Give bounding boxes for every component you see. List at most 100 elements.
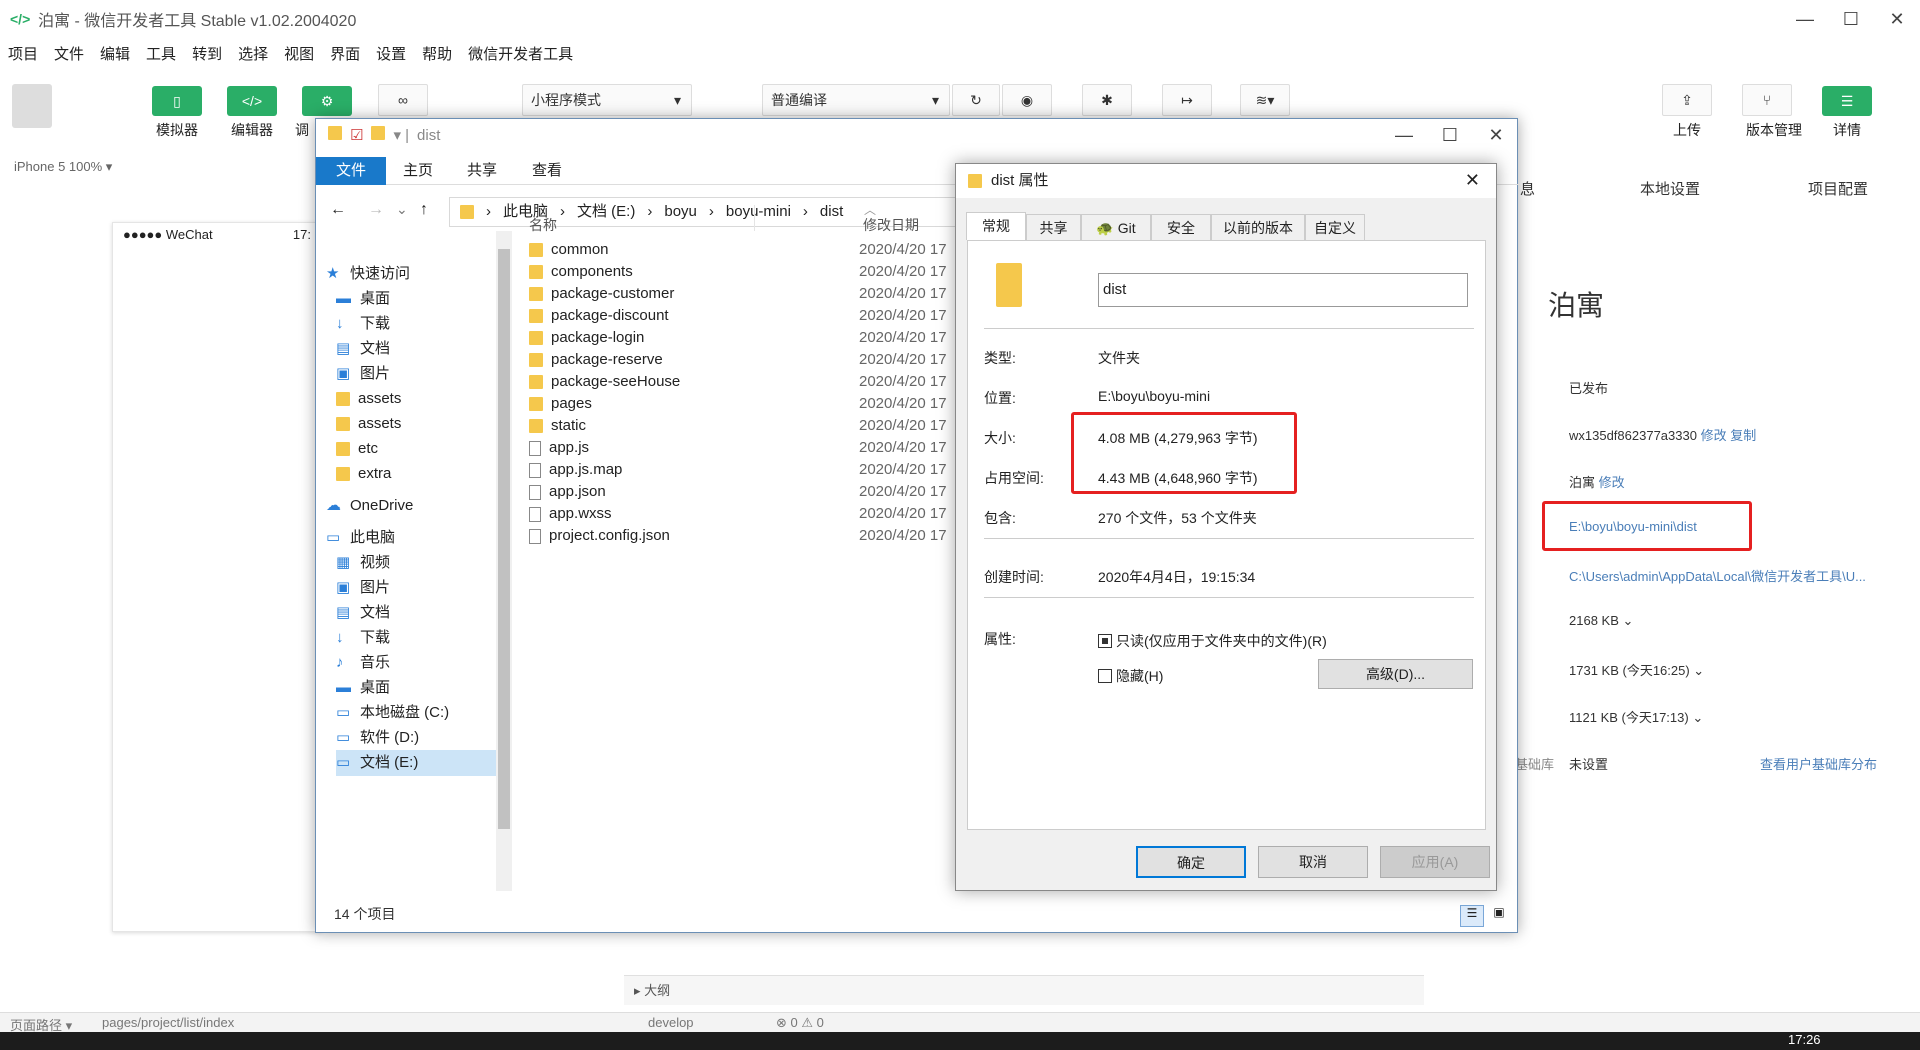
bug-icon[interactable]: ✱	[1082, 84, 1132, 116]
menu-item-6[interactable]: 视图	[284, 43, 314, 64]
nav-item[interactable]: ▭ 本地磁盘 (C:)	[336, 700, 496, 726]
forward-arrow-icon[interactable]: →	[368, 201, 384, 219]
details-button[interactable]: ☰	[1822, 86, 1872, 116]
nav-item[interactable]: ▣ 图片	[336, 361, 496, 387]
appid-copy-link[interactable]: 复制	[1730, 428, 1756, 443]
git-branch[interactable]: develop	[648, 1015, 694, 1030]
simulator-button[interactable]: ▯	[152, 86, 202, 116]
nav-item[interactable]: ▬ 桌面	[336, 286, 496, 312]
tab-project-config[interactable]: 项目配置	[1808, 178, 1868, 199]
minimize-button[interactable]: —	[1381, 125, 1427, 146]
file-row[interactable]: static 2020/4/20 17	[529, 415, 1029, 437]
details-view-icon[interactable]: ☰	[1460, 905, 1484, 927]
menu-item-8[interactable]: 设置	[376, 43, 406, 64]
tab-share[interactable]: 共享	[450, 157, 514, 185]
code-size-3[interactable]: 1121 KB (今天17:13) ⌄	[1569, 707, 1703, 726]
preview-eye-icon[interactable]: ◉	[1002, 84, 1052, 116]
tab-local-settings[interactable]: 本地设置	[1640, 178, 1700, 199]
nav-item[interactable]: extra	[336, 461, 496, 487]
hidden-checkbox[interactable]: 隐藏(H)	[1098, 666, 1163, 686]
nav-item[interactable]: ▦ 视频	[336, 550, 496, 576]
properties-quick-icon[interactable]: ☑	[350, 126, 363, 144]
file-row[interactable]: package-reserve 2020/4/20 17	[529, 349, 1029, 371]
file-row[interactable]: app.json 2020/4/20 17	[529, 481, 1029, 503]
nav-item[interactable]: ▭ 文档 (E:)	[336, 750, 496, 776]
avatar[interactable]	[12, 84, 52, 128]
nav-item[interactable]: ☁ OneDrive	[326, 493, 486, 519]
apply-button[interactable]: 应用(A)	[1380, 846, 1490, 878]
up-arrow-icon[interactable]: ↑	[420, 201, 428, 219]
maximize-button[interactable]: ☐	[1828, 9, 1874, 30]
mode-select[interactable]: 小程序模式 ▾	[522, 84, 692, 116]
tab-customize[interactable]: 自定义	[1305, 214, 1365, 240]
nav-item[interactable]: ▭ 此电脑	[326, 525, 486, 551]
refresh-icon[interactable]: ↻	[952, 84, 1000, 116]
file-row[interactable]: package-discount 2020/4/20 17	[529, 305, 1029, 327]
cache-dir-link[interactable]: C:\Users\admin\AppData\Local\微信开发者工具\U..…	[1569, 566, 1909, 585]
menu-item-1[interactable]: 文件	[54, 43, 84, 64]
nav-item[interactable]: ▤ 文档	[336, 336, 496, 362]
maximize-button[interactable]: ☐	[1427, 125, 1473, 146]
nav-item[interactable]: assets	[336, 411, 496, 437]
menu-item-4[interactable]: 转到	[192, 43, 222, 64]
tab-security[interactable]: 安全	[1151, 214, 1211, 240]
nav-scrollbar[interactable]	[496, 231, 512, 891]
outline-bar[interactable]: ▸ 大纲	[624, 975, 1424, 1005]
nav-item[interactable]: ▣ 图片	[336, 575, 496, 601]
crumb-drive-e[interactable]: 文档 (E:)	[577, 198, 635, 226]
tab-file[interactable]: 文件	[316, 157, 386, 185]
crumb-dist[interactable]: dist	[820, 198, 843, 226]
minimize-button[interactable]: —	[1782, 9, 1828, 30]
file-row[interactable]: app.js.map 2020/4/20 17	[529, 459, 1029, 481]
name-modify-link[interactable]: 修改	[1599, 475, 1625, 490]
file-row[interactable]: project.config.json 2020/4/20 17	[529, 525, 1029, 547]
folder-name-input[interactable]: dist	[1098, 273, 1468, 307]
appid-modify-link[interactable]: 修改	[1701, 428, 1727, 443]
nav-item[interactable]: ♪ 音乐	[336, 650, 496, 676]
nav-item[interactable]: ▤ 文档	[336, 600, 496, 626]
nav-item[interactable]: ▭ 软件 (D:)	[336, 725, 496, 751]
ok-button[interactable]: 确定	[1136, 846, 1246, 878]
menu-item-3[interactable]: 工具	[146, 43, 176, 64]
nav-item[interactable]: assets	[336, 386, 496, 412]
menu-item-9[interactable]: 帮助	[422, 43, 452, 64]
column-divider[interactable]	[754, 205, 755, 231]
tab-general[interactable]: 常规	[966, 212, 1026, 240]
editor-button[interactable]: </>	[227, 86, 277, 116]
file-row[interactable]: components 2020/4/20 17	[529, 261, 1029, 283]
tab-view[interactable]: 查看	[514, 157, 580, 185]
file-row[interactable]: package-seeHouse 2020/4/20 17	[529, 371, 1029, 393]
menu-item-10[interactable]: 微信开发者工具	[468, 43, 573, 64]
menu-item-5[interactable]: 选择	[238, 43, 268, 64]
crumb-boyu-mini[interactable]: boyu-mini	[726, 198, 791, 226]
error-count[interactable]: ⊗ 0 ⚠ 0	[776, 1015, 824, 1031]
nav-item[interactable]: ↓ 下载	[336, 311, 496, 337]
nav-item[interactable]: ★ 快速访问	[326, 261, 486, 287]
close-icon[interactable]: ✕	[1465, 170, 1480, 191]
advanced-button[interactable]: 高级(D)...	[1318, 659, 1473, 689]
code-size-1[interactable]: 2168 KB ⌄	[1569, 613, 1633, 629]
tab-git[interactable]: 🐢 Git	[1081, 214, 1151, 240]
cancel-button[interactable]: 取消	[1258, 846, 1368, 878]
code-size-2[interactable]: 1731 KB (今天16:25) ⌄	[1569, 660, 1704, 679]
large-icons-view-icon[interactable]: ▣	[1488, 905, 1510, 927]
lib-distribution-link[interactable]: 查看用户基础库分布	[1760, 754, 1877, 773]
layers-icon[interactable]: ≋▾	[1240, 84, 1290, 116]
readonly-checkbox[interactable]: 只读(仅应用于文件夹中的文件)(R)	[1098, 631, 1327, 651]
local-dir-link[interactable]: E:\boyu\boyu-mini\dist	[1569, 519, 1697, 534]
file-row[interactable]: pages 2020/4/20 17	[529, 393, 1029, 415]
menu-item-7[interactable]: 界面	[330, 43, 360, 64]
close-button[interactable]: ✕	[1874, 9, 1920, 30]
column-header-name[interactable]: 名称	[529, 215, 557, 235]
version-icon[interactable]: ⑂	[1742, 84, 1792, 116]
tab-sharing[interactable]: 共享	[1026, 214, 1081, 240]
column-header-date[interactable]: 修改日期	[863, 215, 919, 235]
tab-previous-versions[interactable]: 以前的版本	[1211, 214, 1305, 240]
file-row[interactable]: package-login 2020/4/20 17	[529, 327, 1029, 349]
remote-debug-icon[interactable]: ↦	[1162, 84, 1212, 116]
tab-info[interactable]: 息	[1520, 178, 1535, 199]
link-icon[interactable]: ∞	[378, 84, 428, 116]
menu-item-0[interactable]: 项目	[8, 43, 38, 64]
menu-item-2[interactable]: 编辑	[100, 43, 130, 64]
nav-item[interactable]: ▬ 桌面	[336, 675, 496, 701]
